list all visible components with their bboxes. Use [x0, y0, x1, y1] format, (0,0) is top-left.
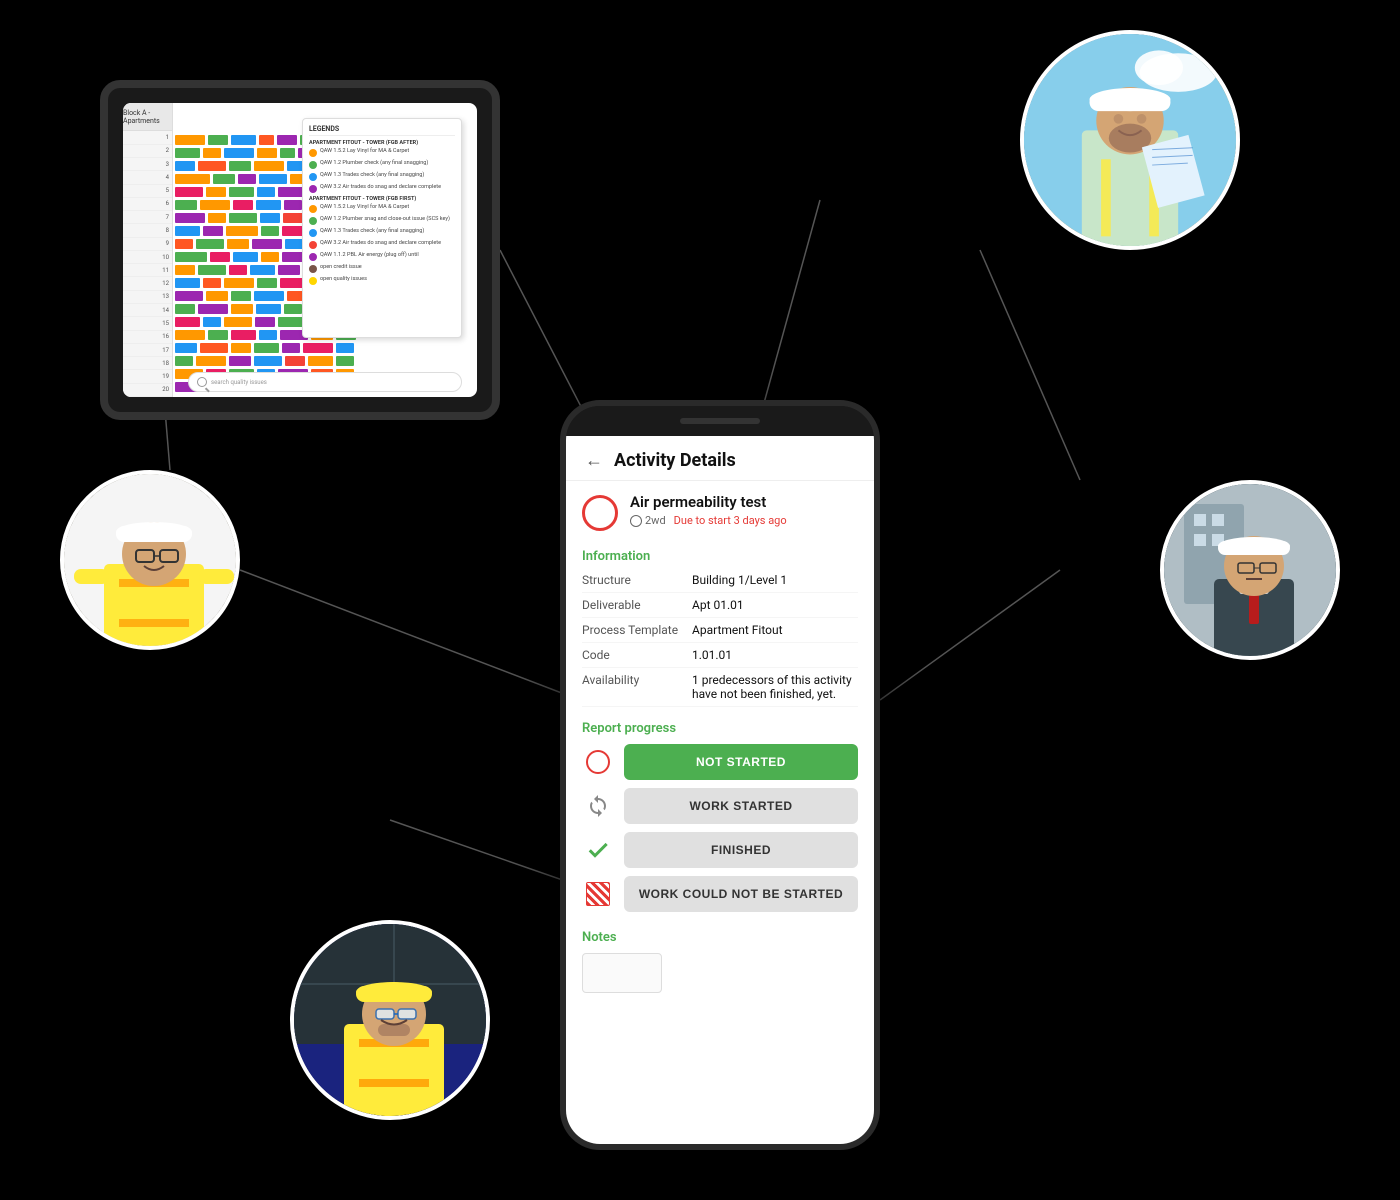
worker-photo-bottom-center: [290, 920, 490, 1120]
phone-notch: [566, 406, 874, 436]
phone-device: ← Activity Details Air permeability test…: [560, 400, 880, 1150]
structure-label: Structure: [582, 573, 692, 587]
activity-info-row: Air permeability test 2wd Due to start 3…: [566, 481, 874, 543]
not-started-button[interactable]: NOT STARTED: [624, 744, 858, 780]
deliverable-value: Apt 01.01: [692, 598, 858, 612]
progress-option-could-not-start[interactable]: WORK COULD NOT BE STARTED: [582, 876, 858, 912]
gantt-row-label: 14: [123, 304, 172, 317]
progress-option-finished[interactable]: FINISHED: [582, 832, 858, 868]
empty-circle-icon: [586, 750, 610, 774]
activity-name: Air permeability test: [630, 493, 787, 511]
info-row-structure: Structure Building 1/Level 1: [582, 568, 858, 593]
could-not-start-label: WORK COULD NOT BE STARTED: [639, 887, 843, 901]
gantt-row-label: 10: [123, 251, 172, 264]
notes-input[interactable]: [582, 953, 662, 993]
finished-icon: [582, 834, 614, 866]
gantt-chart[interactable]: LEGENDS APARTMENT FITOUT - TOWER (FGB AF…: [173, 103, 477, 397]
gantt-row-label: 8: [123, 224, 172, 237]
finished-label: FINISHED: [711, 843, 771, 857]
clock-icon: [630, 515, 642, 527]
progress-option-work-started[interactable]: WORK STARTED: [582, 788, 858, 824]
activity-header: ← Activity Details: [566, 436, 874, 481]
gantt-row-label: 15: [123, 317, 172, 330]
hatch-pattern-icon: [586, 882, 610, 906]
report-progress-header: Report progress: [566, 715, 874, 740]
gantt-row-label: 11: [123, 264, 172, 277]
gantt-row-label: 13: [123, 291, 172, 304]
code-value: 1.01.01: [692, 648, 858, 662]
information-header: Information: [566, 543, 874, 568]
gantt-row-label: 19: [123, 370, 172, 383]
info-row-process: Process Template Apartment Fitout: [582, 618, 858, 643]
gantt-row-label: 20: [123, 384, 172, 397]
legend-title: LEGENDS: [309, 125, 455, 136]
activity-due-text: Due to start 3 days ago: [674, 514, 787, 527]
deliverable-label: Deliverable: [582, 598, 692, 612]
activity-meta: 2wd Due to start 3 days ago: [630, 514, 787, 527]
gantt-row-label: 1: [123, 131, 172, 144]
could-not-start-icon: [582, 878, 614, 910]
activity-status-circle: [582, 495, 618, 531]
process-template-value: Apartment Fitout: [692, 623, 858, 637]
info-row-availability: Availability 1 predecessors of this acti…: [582, 668, 858, 707]
notes-header: Notes: [566, 924, 874, 949]
gantt-row-label: 6: [123, 198, 172, 211]
not-started-icon: [582, 746, 614, 778]
tablet-device: Block A - Apartments 1 2 3 4 5 6 7 8 9 1…: [100, 80, 500, 420]
not-started-label: NOT STARTED: [696, 755, 786, 769]
worker-photo-right: [1160, 480, 1340, 660]
info-row-deliverable: Deliverable Apt 01.01: [582, 593, 858, 618]
gantt-row-label: 7: [123, 211, 172, 224]
availability-label: Availability: [582, 673, 692, 701]
progress-option-not-started[interactable]: NOT STARTED: [582, 744, 858, 780]
page-title: Activity Details: [614, 450, 736, 471]
gantt-row-label: 9: [123, 238, 172, 251]
worker-photo-left: [60, 470, 240, 650]
process-template-label: Process Template: [582, 623, 692, 637]
worker-photo-top-right: [1020, 30, 1240, 250]
could-not-start-button[interactable]: WORK COULD NOT BE STARTED: [624, 876, 858, 912]
structure-value: Building 1/Level 1: [692, 573, 858, 587]
search-icon: [197, 377, 207, 387]
gantt-legend: LEGENDS APARTMENT FITOUT - TOWER (FGB AF…: [302, 118, 462, 338]
availability-value: 1 predecessors of this activity have not…: [692, 673, 858, 701]
back-button[interactable]: ←: [582, 448, 606, 472]
gantt-row-label: 16: [123, 331, 172, 344]
search-bar[interactable]: search quality issues: [188, 372, 462, 392]
work-started-icon: [582, 790, 614, 822]
work-started-button[interactable]: WORK STARTED: [624, 788, 858, 824]
activity-duration: 2wd: [630, 514, 666, 527]
gantt-row-label: 3: [123, 158, 172, 171]
info-row-code: Code 1.01.01: [582, 643, 858, 668]
gantt-row-label: 12: [123, 277, 172, 290]
search-placeholder: search quality issues: [211, 379, 267, 386]
gantt-sidebar: Block A - Apartments 1 2 3 4 5 6 7 8 9 1…: [123, 103, 173, 397]
code-label: Code: [582, 648, 692, 662]
finished-button[interactable]: FINISHED: [624, 832, 858, 868]
gantt-row-label: 17: [123, 344, 172, 357]
gantt-sidebar-header: Block A - Apartments: [123, 103, 172, 131]
gantt-row-label: 5: [123, 185, 172, 198]
gantt-row-label: 2: [123, 145, 172, 158]
work-started-label: WORK STARTED: [689, 799, 792, 813]
progress-section: NOT STARTED WORK STARTED: [566, 740, 874, 924]
notes-section: [566, 949, 874, 997]
gantt-row-label: 18: [123, 357, 172, 370]
info-table: Structure Building 1/Level 1 Deliverable…: [566, 568, 874, 707]
gantt-row-label: 4: [123, 171, 172, 184]
